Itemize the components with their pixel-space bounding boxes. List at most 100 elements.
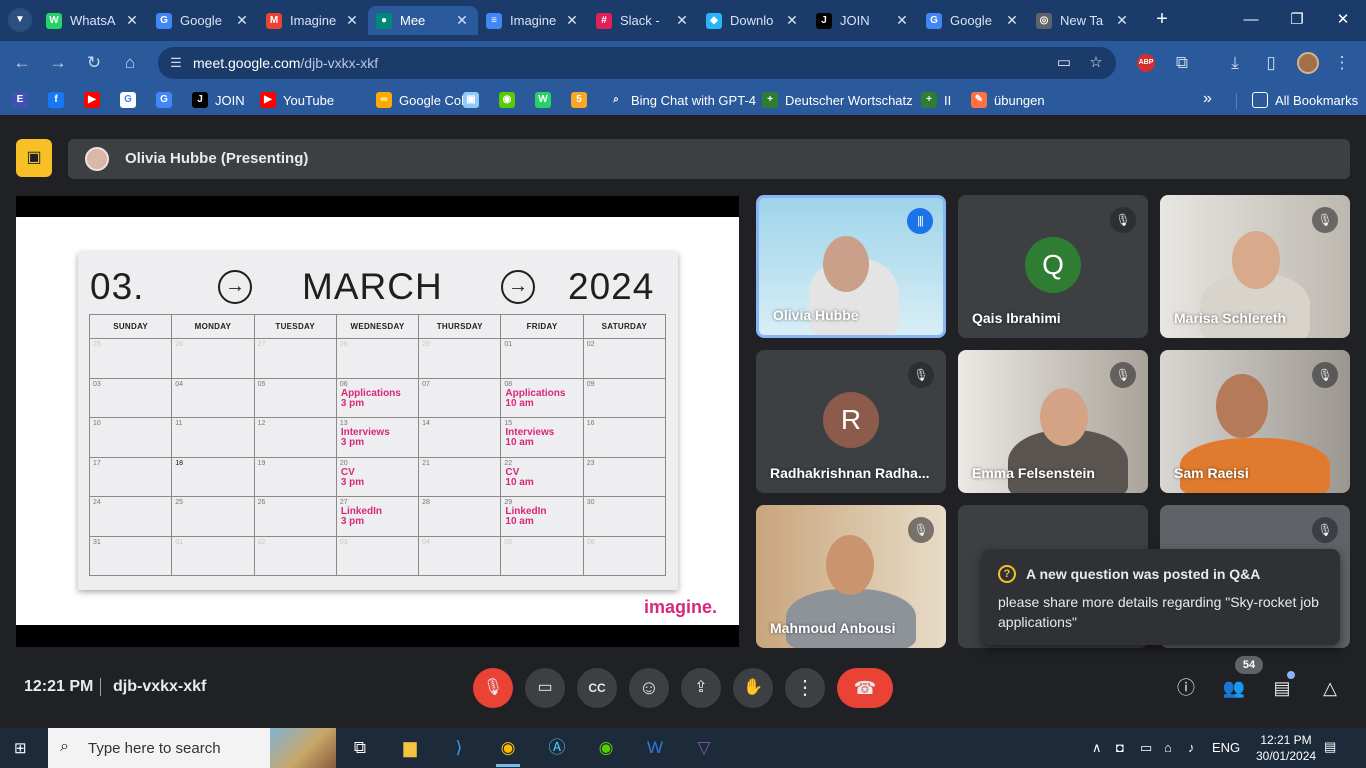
bookmark-item[interactable]: ▣	[463, 91, 486, 109]
tab-close-icon[interactable]: ✕	[1114, 12, 1130, 29]
vscode-icon[interactable]: ⟩	[443, 732, 475, 764]
forward-icon[interactable]: →	[44, 49, 72, 77]
window-close-icon[interactable]: ✕	[1320, 6, 1366, 34]
browser-tab[interactable]: J JOIN ✕	[808, 6, 918, 35]
mic-toggle-button[interactable]: 🎙	[473, 668, 513, 708]
presentation-screen[interactable]: 03. → MARCH → 2024 SUNDAY MONDAY TUESDAY WE…	[16, 196, 739, 647]
people-icon[interactable]: 👥	[1218, 672, 1250, 704]
file-explorer-icon[interactable]: ▆	[394, 732, 426, 764]
browser-tab[interactable]: ● Mee ✕	[368, 6, 478, 35]
tab-close-icon[interactable]: ✕	[1004, 12, 1020, 29]
presenter-bar: Olivia Hubbe (Presenting)	[68, 139, 1350, 179]
browser-tab[interactable]: W WhatsA ✕	[38, 6, 148, 35]
word-icon[interactable]: W	[639, 732, 671, 764]
tab-close-icon[interactable]: ✕	[564, 12, 580, 29]
extensions-icon[interactable]: ⧉	[1168, 49, 1196, 77]
participant-tile-marisa[interactable]: 🎙 Marisa Schlereth	[1160, 195, 1350, 338]
chrome-taskbar-icon[interactable]: ◉	[492, 732, 524, 767]
battery-icon[interactable]: ▭	[1140, 740, 1152, 756]
bookmarks-overflow-icon[interactable]: »	[1203, 90, 1212, 108]
bookmark-item[interactable]: G	[120, 91, 143, 109]
participant-tile-olivia[interactable]: ||| Olivia Hubbe	[756, 195, 946, 338]
meeting-info-icon[interactable]: ⓘ	[1170, 672, 1202, 704]
network-icon[interactable]: ⌂	[1164, 740, 1172, 755]
tab-close-icon[interactable]: ✕	[784, 12, 800, 29]
all-bookmarks-button[interactable]: All Bookmarks	[1252, 91, 1358, 109]
browser-tab[interactable]: # Slack - ✕	[588, 6, 698, 35]
new-tab-button[interactable]: +	[1150, 8, 1174, 32]
system-date: 30/01/2024	[1256, 749, 1317, 763]
tab-close-icon[interactable]: ✕	[674, 12, 690, 29]
bookmark-item[interactable]: J JOIN	[192, 91, 245, 109]
reload-icon[interactable]: ↻	[80, 49, 108, 77]
qa-notification[interactable]: ? A new question was posted in Q&A pleas…	[982, 549, 1340, 645]
windows-start-icon[interactable]: ⊞	[14, 740, 32, 758]
bookmark-item[interactable]: ◉	[499, 91, 522, 109]
site-info-icon[interactable]: ☰	[166, 53, 186, 73]
duolingo-taskbar-icon[interactable]: ◉	[590, 732, 622, 764]
task-view-icon[interactable]: ⧉	[344, 732, 376, 764]
browser-menu-icon[interactable]: ⋮	[1328, 49, 1356, 77]
participant-avatar: R	[823, 392, 879, 448]
downloads-icon[interactable]: ⤓	[1221, 49, 1249, 77]
bookmark-star-icon[interactable]: ☆	[1086, 53, 1106, 73]
browser-tab[interactable]: M Imagine ✕	[258, 6, 368, 35]
tray-overflow-icon[interactable]: ∧	[1092, 740, 1102, 756]
taskbar-search[interactable]: ⌕ Type here to search	[48, 728, 336, 768]
language-indicator[interactable]: ENG	[1212, 740, 1240, 755]
camera-permission-icon[interactable]: ▭	[1054, 53, 1074, 73]
present-screen-button[interactable]: ⇪	[681, 668, 721, 708]
calendar-day-cell: 18	[171, 456, 255, 497]
webcam-tray-icon[interactable]: ◘	[1116, 740, 1124, 755]
restore-icon[interactable]: ❐	[1274, 6, 1320, 34]
address-bar[interactable]: ☰ meet.google.com/djb-vxkx-xkf ▭ ☆	[158, 47, 1116, 79]
browser-tab[interactable]: ≡ Imagine ✕	[478, 6, 588, 35]
participant-tile-mahmoud[interactable]: 🎙 Mahmoud Anbousi	[756, 505, 946, 648]
participant-tile-sam[interactable]: 🎙 Sam Raeisi	[1160, 350, 1350, 493]
minimize-icon[interactable]: —	[1228, 6, 1274, 34]
bookmark-item[interactable]: + II	[921, 91, 951, 109]
mic-off-icon: 🎙	[1312, 207, 1338, 233]
bookmark-item[interactable]: ✎ übungen	[971, 91, 1045, 109]
system-clock[interactable]: 12:21 PM 30/01/2024	[1256, 732, 1316, 764]
notification-center-icon[interactable]: ▤	[1324, 739, 1342, 755]
tab-close-icon[interactable]: ✕	[124, 12, 140, 29]
participant-tile-radhakrishnan[interactable]: R 🎙 Radhakrishnan Radha...	[756, 350, 946, 493]
profile-avatar[interactable]	[1297, 52, 1319, 74]
bookmark-item[interactable]: ▶ YouTube	[260, 91, 334, 109]
leave-call-button[interactable]: ☎	[837, 668, 893, 708]
camera-toggle-button[interactable]: ▭	[525, 668, 565, 708]
stop-presenting-icon[interactable]: ▣	[16, 139, 52, 177]
bookmark-item[interactable]: W	[535, 91, 558, 109]
volume-icon[interactable]: ♪	[1188, 740, 1195, 755]
linear-app-icon[interactable]: ▽	[688, 732, 720, 764]
browser-tab[interactable]: ◆ Downlo ✕	[698, 6, 808, 35]
participant-tile-emma[interactable]: 🎙 Emma Felsenstein	[958, 350, 1148, 493]
tab-close-icon[interactable]: ✕	[234, 12, 250, 29]
activities-icon[interactable]: △	[1314, 672, 1346, 704]
bookmark-item[interactable]: ⌕ Bing Chat with GPT-4	[608, 91, 756, 109]
bookmark-item[interactable]: 5	[571, 91, 594, 109]
participant-tile-qais[interactable]: Q 🎙 Qais Ibrahimi	[958, 195, 1148, 338]
home-icon[interactable]: ⌂	[116, 49, 144, 77]
tab-search-icon[interactable]: ▼	[8, 8, 32, 32]
bookmark-item[interactable]: G	[156, 91, 179, 109]
bookmark-item[interactable]: + Deutscher Wortschatz	[762, 91, 913, 109]
more-options-button[interactable]: ⋮	[785, 668, 825, 708]
tab-close-icon[interactable]: ✕	[894, 12, 910, 29]
adblock-plus-icon[interactable]: ABP	[1137, 54, 1155, 72]
browser-tab[interactable]: G Google ✕	[148, 6, 258, 35]
side-panel-icon[interactable]: ▯	[1257, 49, 1285, 77]
bookmark-item[interactable]: E	[12, 91, 35, 109]
bookmark-item[interactable]: ▶	[84, 91, 107, 109]
back-icon[interactable]: ←	[8, 49, 36, 77]
app-store-icon[interactable]: Ⓐ	[541, 732, 573, 764]
emoji-reaction-button[interactable]: ☺	[629, 668, 669, 708]
captions-button[interactable]: CC	[577, 668, 617, 708]
browser-tab[interactable]: G Google ✕	[918, 6, 1028, 35]
raise-hand-button[interactable]: ✋	[733, 668, 773, 708]
browser-tab[interactable]: ◎ New Ta ✕	[1028, 6, 1138, 35]
bookmark-item[interactable]: f	[48, 91, 71, 109]
tab-close-icon[interactable]: ✕	[454, 12, 470, 29]
tab-close-icon[interactable]: ✕	[344, 12, 360, 29]
